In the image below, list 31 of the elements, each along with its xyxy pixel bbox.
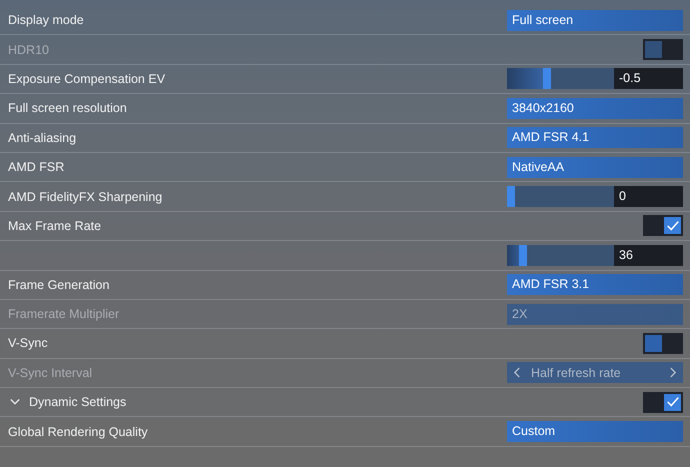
value-field[interactable]: -0.5 [614,68,683,90]
setting-label: AMD FidelityFX Sharpening [8,190,162,204]
toggle-switch[interactable] [643,332,683,354]
dropdown[interactable]: Custom [507,421,683,442]
value-field[interactable]: 36 [614,244,683,266]
dropdown[interactable]: Full screen [507,10,683,31]
setting-label: Framerate Multiplier [8,307,120,322]
setting-label: Anti-aliasing [8,130,76,145]
check-icon [666,218,680,233]
setting-label: V-Sync [8,336,48,350]
chevron-left-icon [513,367,521,378]
setting-label: Full screen resolution [8,101,127,116]
setting-label: HDR10 [8,42,49,57]
stepper-value: Half refresh rate [530,366,622,380]
setting-label: Max Frame Rate [8,218,102,233]
setting-label: Exposure Compensation EV [8,72,166,86]
setting-label: Global Rendering Quality [8,424,148,439]
setting-label: AMD FSR [8,160,64,174]
toggle-switch[interactable] [643,215,683,236]
value-field[interactable]: 0 [614,186,683,208]
dropdown[interactable]: NativeAA [507,156,683,178]
setting-label: Dynamic Settings [29,395,126,410]
chevron-right-icon [669,367,677,378]
setting-label: Frame Generation [8,278,110,292]
setting-label: Display mode [8,13,84,28]
check-icon [666,395,680,410]
dropdown[interactable]: AMD FSR 4.1 [507,127,683,148]
toggle-switch[interactable] [643,392,683,413]
setting-label: V-Sync Interval [8,366,92,380]
dropdown[interactable]: 3840x2160 [507,98,683,119]
dropdown[interactable]: AMD FSR 3.1 [507,274,683,296]
